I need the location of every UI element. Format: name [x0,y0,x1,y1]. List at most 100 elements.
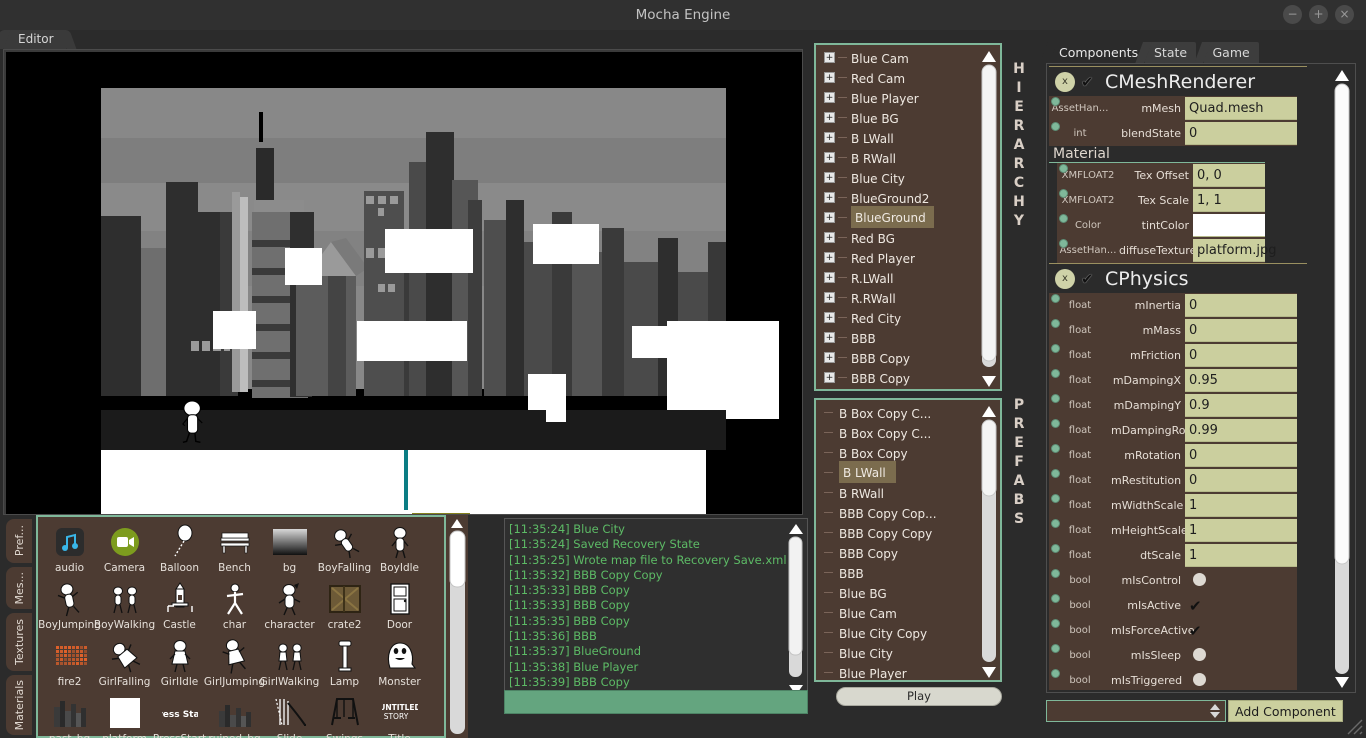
hierarchy-item[interactable]: + BlueGround2 [816,187,984,207]
inspector-tab-state[interactable]: State [1145,42,1196,64]
prefab-item[interactable]: B LWall [816,462,984,482]
prefab-item[interactable]: B Box Copy C... [816,422,984,442]
prefab-item[interactable]: Blue City Copy [816,622,984,642]
property-link-dot[interactable] [1059,239,1068,248]
property-value-field[interactable]: 1, 1 [1193,189,1265,212]
prefabs-scrollbar[interactable] [980,404,998,678]
asset-item-bg[interactable]: bg [262,523,317,580]
hierarchy-item[interactable]: + R.LWall [816,267,984,287]
expand-icon[interactable]: + [824,292,835,303]
hierarchy-item[interactable]: + B RWall [816,147,984,167]
prefab-item[interactable]: B Box Copy [816,442,984,462]
expand-icon[interactable]: + [824,172,835,183]
asset-browser[interactable]: audio Camera Balloon Bench bg BoyFalling BoyId… [36,515,446,738]
property-link-dot[interactable] [1051,294,1060,303]
tab-textures[interactable]: Textures [6,613,32,671]
asset-scrollbar[interactable] [446,515,468,738]
expand-icon[interactable]: + [824,52,835,63]
maximize-button[interactable]: + [1309,5,1328,24]
asset-item-platform[interactable]: platform [97,694,152,738]
minimize-button[interactable]: − [1283,5,1302,24]
resize-grip[interactable] [1346,718,1364,736]
expand-icon[interactable]: + [824,252,835,263]
property-value-field[interactable]: platform.jpg [1193,239,1265,262]
asset-item-boyidle[interactable]: BoyIdle [372,523,427,580]
asset-item-girlidle[interactable]: GirlIdle [152,637,207,694]
asset-item-crate2[interactable]: crate2 [317,580,372,637]
inspector-tab-game[interactable]: Game [1204,42,1259,64]
property-link-dot[interactable] [1051,469,1060,478]
asset-item-camera[interactable]: Camera [97,523,152,580]
asset-item-swings[interactable]: Swings [317,694,372,738]
property-link-dot[interactable] [1051,519,1060,528]
prefab-item[interactable]: Blue City [816,642,984,662]
tab-materials[interactable]: Materials [6,675,32,735]
asset-item-boyjumping[interactable]: BoyJumping [42,580,97,637]
console-scrollbar[interactable] [787,522,805,694]
hierarchy-item[interactable]: + Blue BG [816,107,984,127]
console-panel[interactable]: [11:35:24] Blue City [11:35:24] Saved Rec… [504,518,808,714]
prefab-item[interactable]: BBB Copy [816,542,984,562]
tab-prefabs[interactable]: Pref... [6,519,32,563]
hierarchy-item[interactable]: + Red Player [816,247,984,267]
property-checkbox-checked[interactable]: ✔ [1185,597,1211,615]
hierarchy-item[interactable]: + R.RWall [816,287,984,307]
remove-component-button[interactable]: x [1055,72,1075,92]
asset-item-slide[interactable]: Slide [262,694,317,738]
property-link-dot[interactable] [1059,189,1068,198]
property-value-field[interactable]: 1 [1185,544,1297,567]
property-checkbox-unchecked[interactable] [1185,647,1211,665]
expand-icon[interactable]: + [824,372,835,383]
prefab-item[interactable]: B Box Copy C... [816,402,984,422]
property-link-dot[interactable] [1051,122,1060,131]
asset-item-past-bg[interactable]: past_bg [42,694,97,738]
expand-icon[interactable]: + [824,92,835,103]
property-link-dot[interactable] [1051,394,1060,403]
expand-icon[interactable]: + [824,312,835,323]
property-link-dot[interactable] [1051,97,1060,106]
property-value-field[interactable]: 0 [1185,294,1297,317]
property-link-dot[interactable] [1051,344,1060,353]
property-value-field[interactable]: 1 [1185,494,1297,517]
hierarchy-item[interactable]: + BBB Copy [816,367,984,387]
hierarchy-item[interactable]: + Blue City [816,167,984,187]
property-link-dot[interactable] [1051,444,1060,453]
expand-icon[interactable]: + [824,212,835,223]
asset-item-title[interactable]: UNTITLEDSTORYTitle [372,694,427,738]
asset-item-lamp[interactable]: Lamp [317,637,372,694]
scene-viewport[interactable] [6,52,802,514]
asset-item-character[interactable]: character [262,580,317,637]
property-checkbox-checked[interactable]: ✔ [1185,622,1211,640]
asset-item-girlfalling[interactable]: GirlFalling [97,637,152,694]
property-value-field[interactable] [1193,214,1265,237]
component-enabled-checkbox[interactable]: ✔ [1081,73,1097,91]
asset-item-fire2[interactable]: fire2 [42,637,97,694]
prefabs-panel[interactable]: B Box Copy C... B Box Copy C... B Box Copy… [814,398,1002,682]
expand-icon[interactable]: + [824,72,835,83]
inspector-scrollbar[interactable] [1333,68,1351,688]
prefab-item[interactable]: BBB [816,562,984,582]
property-value-field[interactable]: 0, 0 [1193,164,1265,187]
asset-item-castle[interactable]: Castle [152,580,207,637]
expand-icon[interactable]: + [824,192,835,203]
property-link-dot[interactable] [1059,214,1068,223]
hierarchy-item[interactable]: + B LWall [816,127,984,147]
hierarchy-item[interactable]: + BlueGround [816,207,984,227]
property-link-dot[interactable] [1051,494,1060,503]
expand-icon[interactable]: + [824,232,835,243]
hierarchy-item[interactable]: + Red BG [816,227,984,247]
tab-meshes[interactable]: Mes... [6,567,32,609]
prefab-item[interactable]: BBB Copy Copy [816,522,984,542]
property-value-field[interactable]: 0 [1185,344,1297,367]
property-link-dot[interactable] [1059,164,1068,173]
property-value-field[interactable]: 0.9 [1185,394,1297,417]
asset-item-audio[interactable]: audio [42,523,97,580]
expand-icon[interactable]: + [824,112,835,123]
asset-item-boyfalling[interactable]: BoyFalling [317,523,372,580]
property-value-field[interactable]: 0 [1185,444,1297,467]
property-value-field[interactable]: 1 [1185,519,1297,542]
property-value-field[interactable]: 0 [1185,122,1297,145]
asset-item-boywalking[interactable]: BoyWalking [97,580,152,637]
hierarchy-item[interactable]: + Blue Cam [816,47,984,67]
asset-item-bench[interactable]: Bench [207,523,262,580]
